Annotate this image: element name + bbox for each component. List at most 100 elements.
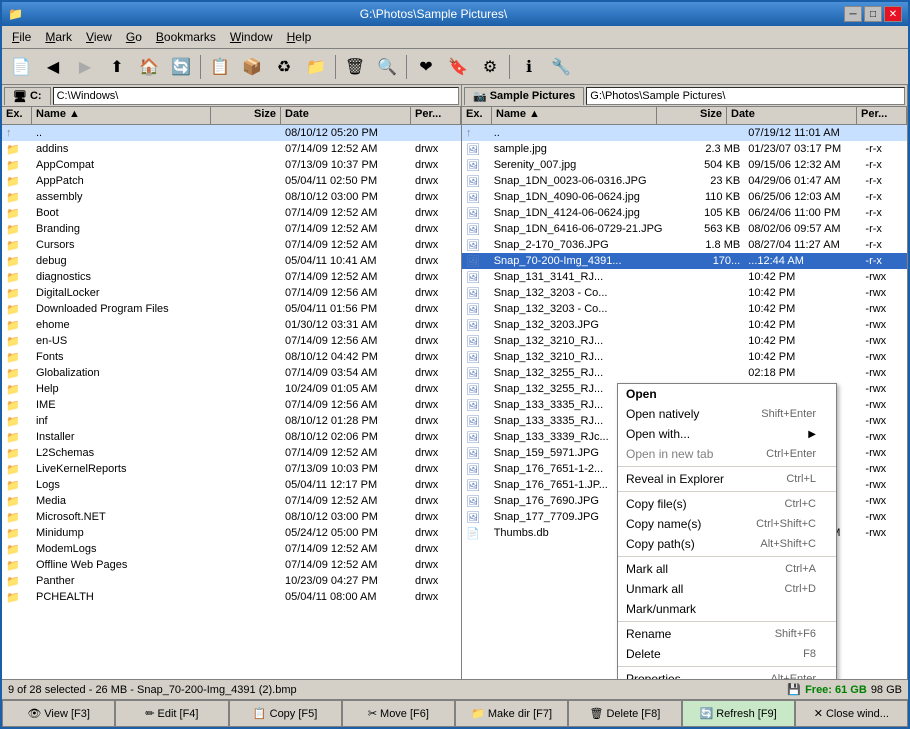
context-menu-item[interactable]: Mark all Ctrl+A bbox=[618, 559, 836, 579]
toolbar-config-btn[interactable]: ⚙ bbox=[475, 53, 505, 81]
context-menu-item[interactable]: Properties Alt+Enter bbox=[618, 669, 836, 679]
context-menu-item[interactable]: Open with... ▶ bbox=[618, 424, 836, 444]
toolbar-up-btn[interactable]: ⬆ bbox=[102, 53, 132, 81]
context-menu-item[interactable]: Delete F8 bbox=[618, 644, 836, 664]
bottom-button[interactable]: 📋Copy [F5] bbox=[229, 700, 342, 727]
list-item[interactable]: 📁 debug 05/04/11 10:41 AM drwx bbox=[2, 253, 461, 269]
left-file-list[interactable]: ↑ .. 08/10/12 05:20 PM 📁 addins 07/14/09… bbox=[2, 125, 461, 679]
toolbar-search-btn[interactable]: 🔍 bbox=[372, 53, 402, 81]
toolbar-move-btn[interactable]: 📦 bbox=[237, 53, 267, 81]
toolbar-fav2-btn[interactable]: 🔖 bbox=[443, 53, 473, 81]
list-item[interactable]: 📁 Media 07/14/09 12:52 AM drwx bbox=[2, 493, 461, 509]
toolbar-refresh-btn[interactable]: ♻ bbox=[269, 53, 299, 81]
toolbar-fav-btn[interactable]: ❤ bbox=[411, 53, 441, 81]
list-item[interactable]: 📁 Offline Web Pages 07/14/09 12:52 AM dr… bbox=[2, 557, 461, 573]
menu-bookmarks[interactable]: Bookmarks bbox=[150, 28, 222, 46]
list-item[interactable]: 🖼 Snap_1DN_6416-06-0729-21.JPG 563 KB 08… bbox=[462, 221, 907, 237]
list-item[interactable]: 📁 diagnostics 07/14/09 12:52 AM drwx bbox=[2, 269, 461, 285]
left-col-per[interactable]: Per... bbox=[411, 107, 461, 124]
toolbar-settings-btn[interactable]: 🔧 bbox=[546, 53, 576, 81]
list-item[interactable]: 📁 PCHEALTH 05/04/11 08:00 AM drwx bbox=[2, 589, 461, 605]
bottom-button[interactable]: 🔄Refresh [F9] bbox=[682, 700, 795, 727]
bottom-button[interactable]: ✏Edit [F4] bbox=[115, 700, 228, 727]
toolbar-info-btn[interactable]: ℹ bbox=[514, 53, 544, 81]
list-item[interactable]: 📁 Fonts 08/10/12 04:42 PM drwx bbox=[2, 349, 461, 365]
menu-help[interactable]: Help bbox=[281, 28, 318, 46]
left-col-size[interactable]: Size bbox=[211, 107, 281, 124]
context-menu-item[interactable]: Copy name(s) Ctrl+Shift+C bbox=[618, 514, 836, 534]
right-tab[interactable]: 📷 Sample Pictures bbox=[464, 87, 584, 105]
context-menu-item[interactable]: Unmark all Ctrl+D bbox=[618, 579, 836, 599]
list-item[interactable]: 🖼 Snap_132_3210_RJ... 10:42 PM -rwx bbox=[462, 349, 907, 365]
right-path[interactable]: G:\Photos\Sample Pictures\ bbox=[586, 87, 905, 105]
list-item[interactable]: 🖼 Snap_132_3210_RJ... 10:42 PM -rwx bbox=[462, 333, 907, 349]
toolbar-new-btn[interactable]: 📄 bbox=[6, 53, 36, 81]
list-item[interactable]: 🖼 Snap_132_3203.JPG 10:42 PM -rwx bbox=[462, 317, 907, 333]
list-item[interactable]: 📁 Help 10/24/09 01:05 AM drwx bbox=[2, 381, 461, 397]
left-col-ex[interactable]: Ex. bbox=[2, 107, 32, 124]
close-button[interactable]: ✕ bbox=[884, 6, 902, 22]
right-col-date[interactable]: Date bbox=[727, 107, 857, 124]
list-item[interactable]: 🖼 Snap_131_3141_RJ... 10:42 PM -rwx bbox=[462, 269, 907, 285]
list-item[interactable]: 📁 Installer 08/10/12 02:06 PM drwx bbox=[2, 429, 461, 445]
list-item[interactable]: 📁 Branding 07/14/09 12:52 AM drwx bbox=[2, 221, 461, 237]
context-menu-item[interactable]: Open natively Shift+Enter bbox=[618, 404, 836, 424]
list-item[interactable]: 🖼 Snap_70-200-Img_4391... 170... ...12:4… bbox=[462, 253, 907, 269]
toolbar-reload-btn[interactable]: 🔄 bbox=[166, 53, 196, 81]
list-item[interactable]: 🖼 Snap_132_3203 - Co... 10:42 PM -rwx bbox=[462, 301, 907, 317]
right-col-size[interactable]: Size bbox=[657, 107, 727, 124]
menu-file[interactable]: File bbox=[6, 28, 37, 46]
context-menu-item[interactable]: Copy file(s) Ctrl+C bbox=[618, 494, 836, 514]
menu-view[interactable]: View bbox=[80, 28, 118, 46]
list-item[interactable]: 📁 en-US 07/14/09 12:56 AM drwx bbox=[2, 333, 461, 349]
context-menu-item[interactable]: Rename Shift+F6 bbox=[618, 624, 836, 644]
list-item[interactable]: 📁 Microsoft.NET 08/10/12 03:00 PM drwx bbox=[2, 509, 461, 525]
list-item[interactable]: 📁 LiveKernelReports 07/13/09 10:03 PM dr… bbox=[2, 461, 461, 477]
list-item[interactable]: 🖼 Snap_1DN_0023-06-0316.JPG 23 KB 04/29/… bbox=[462, 173, 907, 189]
list-item[interactable]: 📁 L2Schemas 07/14/09 12:52 AM drwx bbox=[2, 445, 461, 461]
bottom-button[interactable]: ✕Close wind... bbox=[795, 700, 908, 727]
list-item[interactable]: 📁 ModemLogs 07/14/09 12:52 AM drwx bbox=[2, 541, 461, 557]
context-menu-item[interactable]: Copy path(s) Alt+Shift+C bbox=[618, 534, 836, 554]
list-item[interactable]: ↑ .. 07/19/12 11:01 AM bbox=[462, 125, 907, 141]
list-item[interactable]: 📁 Cursors 07/14/09 12:52 AM drwx bbox=[2, 237, 461, 253]
left-col-name[interactable]: Name ▲ bbox=[32, 107, 211, 124]
list-item[interactable]: 🖼 Snap_1DN_4090-06-0624.jpg 110 KB 06/25… bbox=[462, 189, 907, 205]
bottom-button[interactable]: 📁Make dir [F7] bbox=[455, 700, 568, 727]
context-menu-item[interactable]: Reveal in Explorer Ctrl+L bbox=[618, 469, 836, 489]
context-menu-item[interactable]: Mark/unmark bbox=[618, 599, 836, 619]
list-item[interactable]: 📁 AppPatch 05/04/11 02:50 PM drwx bbox=[2, 173, 461, 189]
menu-mark[interactable]: Mark bbox=[39, 28, 78, 46]
toolbar-forward-btn[interactable]: ▶ bbox=[70, 53, 100, 81]
list-item[interactable]: 🖼 sample.jpg 2.3 MB 01/23/07 03:17 PM -r… bbox=[462, 141, 907, 157]
toolbar-home-btn[interactable]: 🏠 bbox=[134, 53, 164, 81]
list-item[interactable]: 🖼 Serenity_007.jpg 504 KB 09/15/06 12:32… bbox=[462, 157, 907, 173]
list-item[interactable]: 🖼 Snap_2-170_7036.JPG 1.8 MB 08/27/04 11… bbox=[462, 237, 907, 253]
list-item[interactable]: 📁 Logs 05/04/11 12:17 PM drwx bbox=[2, 477, 461, 493]
toolbar-mkdir-btn[interactable]: 📁 bbox=[301, 53, 331, 81]
minimize-button[interactable]: ─ bbox=[844, 6, 862, 22]
list-item[interactable]: 📁 Boot 07/14/09 12:52 AM drwx bbox=[2, 205, 461, 221]
list-item[interactable]: 📁 DigitalLocker 07/14/09 12:56 AM drwx bbox=[2, 285, 461, 301]
list-item[interactable]: 📁 ehome 01/30/12 03:31 AM drwx bbox=[2, 317, 461, 333]
list-item[interactable]: 📁 AppCompat 07/13/09 10:37 PM drwx bbox=[2, 157, 461, 173]
toolbar-delete-btn[interactable]: 🗑 bbox=[340, 53, 370, 81]
list-item[interactable]: 📁 inf 08/10/12 01:28 PM drwx bbox=[2, 413, 461, 429]
left-path[interactable]: C:\Windows\ bbox=[53, 87, 459, 105]
list-item[interactable]: 📁 Panther 10/23/09 04:27 PM drwx bbox=[2, 573, 461, 589]
list-item[interactable]: 📁 IME 07/14/09 12:56 AM drwx bbox=[2, 397, 461, 413]
right-col-per[interactable]: Per... bbox=[857, 107, 907, 124]
maximize-button[interactable]: □ bbox=[864, 6, 882, 22]
list-item[interactable]: 🖼 Snap_132_3255_RJ... 02:18 PM -rwx bbox=[462, 365, 907, 381]
list-item[interactable]: 📁 addins 07/14/09 12:52 AM drwx bbox=[2, 141, 461, 157]
bottom-button[interactable]: ✂Move [F6] bbox=[342, 700, 455, 727]
toolbar-back-btn[interactable]: ◀ bbox=[38, 53, 68, 81]
toolbar-copy-btn[interactable]: 📋 bbox=[205, 53, 235, 81]
bottom-button[interactable]: 👁View [F3] bbox=[2, 700, 115, 727]
left-tab[interactable]: 🖥 C: bbox=[4, 87, 51, 105]
list-item[interactable]: 🖼 Snap_132_3203 - Co... 10:42 PM -rwx bbox=[462, 285, 907, 301]
list-item[interactable]: ↑ .. 08/10/12 05:20 PM bbox=[2, 125, 461, 141]
list-item[interactable]: 📁 Globalization 07/14/09 03:54 AM drwx bbox=[2, 365, 461, 381]
list-item[interactable]: 📁 assembly 08/10/12 03:00 PM drwx bbox=[2, 189, 461, 205]
right-col-ex[interactable]: Ex. bbox=[462, 107, 492, 124]
